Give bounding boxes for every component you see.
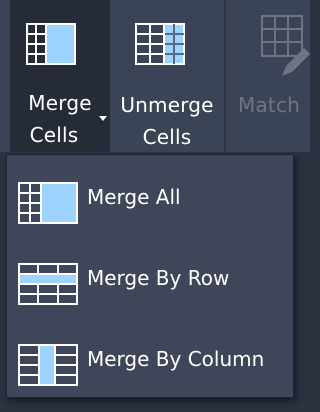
menu-item-label: Merge By Column	[87, 347, 265, 371]
match-cell-icon	[261, 15, 310, 76]
menu-item-merge-by-row[interactable]: Merge By Row	[7, 246, 293, 312]
merge-by-column-icon	[18, 344, 78, 386]
merge-cells-button[interactable]: Merge Cells	[10, 0, 110, 152]
unmerge-cells-button[interactable]: Unmerge Cells	[110, 0, 224, 152]
merge-all-icon	[18, 182, 78, 224]
unmerge-cells-label-line2: Cells	[142, 125, 192, 149]
chevron-down-icon[interactable]	[99, 116, 107, 121]
match-label: Match	[238, 93, 301, 117]
merge-cells-label-line1: Merge	[28, 91, 92, 115]
menu-item-merge-all[interactable]: Merge All	[7, 165, 293, 231]
menu-item-label: Merge All	[87, 185, 181, 209]
unmerge-cells-icon	[135, 23, 185, 65]
menu-item-label: Merge By Row	[87, 266, 230, 290]
unmerge-cells-label-line1: Unmerge	[120, 93, 214, 117]
match-button[interactable]: Match	[224, 0, 310, 152]
merge-by-row-icon	[18, 263, 78, 305]
menu-item-merge-by-column[interactable]: Merge By Column	[7, 327, 293, 393]
ribbon: Merge Cells Unmerge Cells Match	[0, 0, 310, 152]
merge-cells-label-line2: Cells	[29, 123, 79, 147]
merge-cells-dropdown-menu: Merge All Merge By Row Merge By Column	[6, 154, 294, 398]
merge-cells-icon	[26, 23, 76, 65]
